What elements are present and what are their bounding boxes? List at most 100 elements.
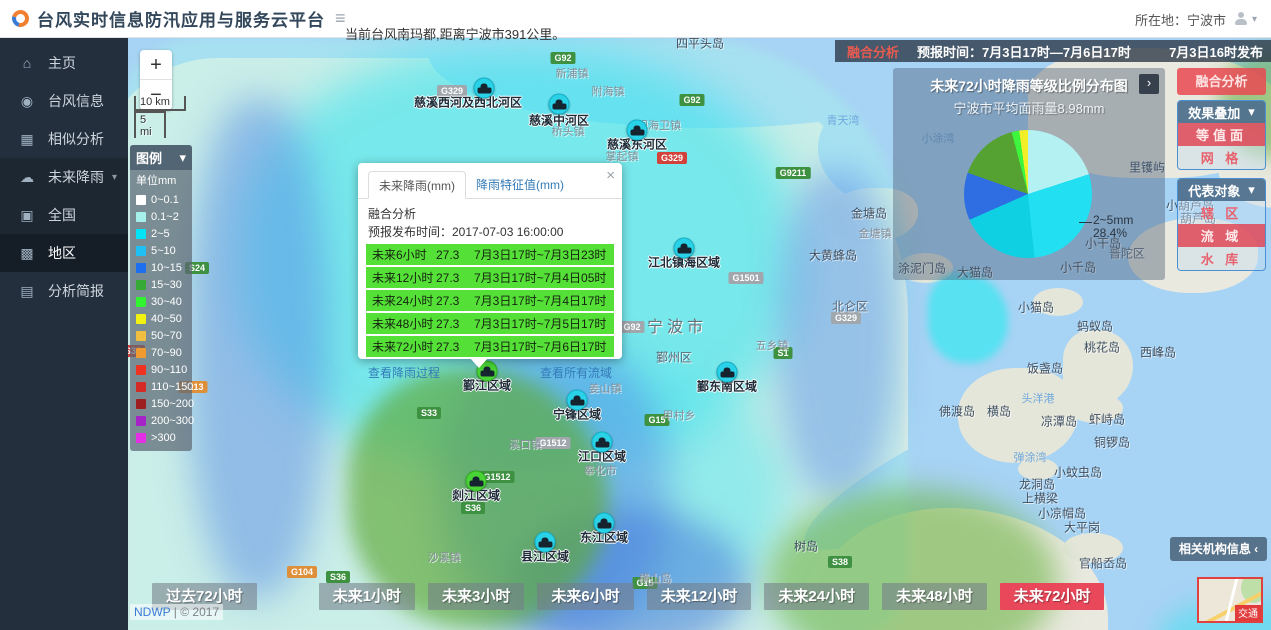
panel-expand-button[interactable]: › (1139, 74, 1159, 94)
watershed-marker[interactable] (535, 532, 556, 553)
group-title: 效果叠加 (1188, 103, 1240, 122)
time-button-未来3小时[interactable]: 未来3小时 (428, 583, 524, 610)
road-badge-G15: G15 (644, 414, 669, 426)
watershed-marker[interactable] (549, 94, 570, 115)
time-button-未来72小时[interactable]: 未来72小时 (1000, 583, 1105, 610)
zoom-in-button[interactable]: + (140, 50, 172, 80)
sidebar-item-label: 台风信息 (48, 91, 104, 111)
rain-blue-west (188, 98, 328, 598)
road-badge-S1: S1 (773, 347, 792, 359)
legend-item: 5~10 (130, 242, 192, 259)
view-rain-process-link[interactable]: 查看降雨过程 (368, 364, 440, 381)
legend-item: 40~50 (130, 310, 192, 327)
legend-item: 90~110 (130, 361, 192, 378)
layer-button-网格[interactable]: 网 格 (1178, 146, 1265, 169)
rain-time-range: 7月3日17时~7月5日17时 (474, 315, 614, 332)
watershed-marker[interactable] (592, 432, 613, 453)
rain-time-range: 7月3日17时~7月6日17时 (474, 338, 614, 355)
group-header-效果叠加[interactable]: 效果叠加▾ (1178, 101, 1265, 123)
layer-button-流域[interactable]: 流 域 (1178, 224, 1265, 247)
popup-source: 融合分析 (358, 199, 622, 222)
nation-map-icon: ▣ (18, 207, 36, 224)
legend-range: 110~150 (151, 381, 193, 393)
time-button-未来12小时[interactable]: 未来12小时 (647, 583, 752, 610)
watershed-marker[interactable] (474, 78, 495, 99)
legend-item: 50~70 (130, 327, 192, 344)
typhoon-logo-icon (9, 7, 32, 30)
road-badge-S36: S36 (326, 571, 350, 583)
legend-range: 70~90 (151, 347, 182, 359)
watershed-marker[interactable] (594, 513, 615, 534)
copyright-year: | © 2017 (174, 605, 219, 619)
time-button-未来6小时[interactable]: 未来6小时 (537, 583, 633, 610)
legend-range: 5~10 (151, 245, 176, 257)
forecast-issued: 7月3日16时发布 (1169, 42, 1263, 61)
map-viewport[interactable]: 慈溪西河及西北河区慈溪中河区慈溪东河区江北镇海区域鄞东南区域鄞江区域宁锋区域江口… (128, 38, 1271, 630)
view-all-watersheds-link[interactable]: 查看所有流域 (540, 364, 612, 381)
sidebar-item-label: 未来降雨 (48, 167, 104, 187)
legend-item: 0.1~2 (130, 208, 192, 225)
legend-item: 70~90 (130, 344, 192, 361)
legend-item: >300 (130, 429, 192, 446)
watershed-marker[interactable] (717, 362, 738, 383)
popup-tab-降雨特征值(mm)[interactable]: 降雨特征值(mm) (466, 171, 574, 198)
time-button-未来1小时[interactable]: 未来1小时 (319, 583, 415, 610)
fusion-analysis-button[interactable]: 融合分析 (1177, 68, 1266, 95)
forecast-time: 预报时间：7月3日17时—7月6日17时 (917, 42, 1131, 61)
related-org-info-button[interactable]: 相关机构信息 ‹ (1170, 537, 1267, 561)
sidebar-item-台风信息[interactable]: ◉台风信息 (0, 82, 128, 120)
sidebar-item-分析简报[interactable]: ▤分析简报 (0, 272, 128, 310)
app-root: 慈溪西河及西北河区慈溪中河区慈溪东河区江北镇海区域鄞东南区域鄞江区域宁锋区域江口… (0, 0, 1271, 630)
layer-button-水库[interactable]: 水 库 (1178, 247, 1265, 270)
legend-range: 2~5 (151, 228, 170, 240)
forecast-mode: 融合分析 (847, 42, 899, 61)
legend-title: 图例 (136, 148, 162, 167)
close-icon[interactable]: × (606, 167, 615, 184)
sidebar-item-主页[interactable]: ⌂主页 (0, 44, 128, 82)
rain-row: 未来6小时27.37月3日17时~7月3日23时 (366, 244, 614, 265)
land-isle3 (1068, 393, 1123, 423)
legend-range: 0~0.1 (151, 194, 179, 206)
watershed-marker[interactable] (567, 390, 588, 411)
rain-time-range: 7月3日17时~7月4日17时 (474, 292, 614, 309)
watershed-marker[interactable] (674, 238, 695, 259)
hamburger-menu-icon[interactable]: ≡ (335, 8, 346, 29)
user-icon[interactable] (1234, 12, 1248, 26)
legend-range: 90~110 (151, 364, 187, 376)
typhoon-status-text: 当前台风南玛都,距离宁波市391公里。 (345, 24, 565, 43)
ndwp-link[interactable]: NDWP (134, 605, 170, 619)
rain-period: 未来24小时 (366, 292, 436, 309)
chevron-down-icon[interactable]: ▾ (1252, 14, 1257, 25)
legend-items: 0~0.10.1~22~55~1010~1515~3030~4040~5050~… (130, 191, 192, 446)
road-badge-G92: G92 (550, 52, 575, 64)
sidebar-item-相似分析[interactable]: ▦相似分析 (0, 120, 128, 158)
layer-button-辖区[interactable]: 辖 区 (1178, 201, 1265, 224)
legend-unit: 单位mm (130, 170, 192, 191)
map-label-铜锣岛: 铜锣岛 (1094, 434, 1130, 451)
sidebar-item-地区[interactable]: ▩地区 (0, 234, 128, 272)
traffic-minimap[interactable]: 交通 (1197, 577, 1263, 623)
legend-header[interactable]: 图例 ▾ (130, 145, 192, 170)
watershed-marker[interactable] (466, 471, 487, 492)
chevron-down-icon: ▾ (112, 172, 117, 183)
sidebar-item-全国[interactable]: ▣全国 (0, 196, 128, 234)
sidebar-item-未来降雨[interactable]: ☁未来降雨▾ (0, 158, 128, 196)
legend-swatch (136, 382, 146, 392)
time-button-未来48小时[interactable]: 未来48小时 (882, 583, 987, 610)
legend-swatch (136, 433, 146, 443)
group-header-代表对象[interactable]: 代表对象▾ (1178, 179, 1265, 201)
time-range-bar: 过去72小时未来1小时未来3小时未来6小时未来12小时未来24小时未来48小时未… (152, 583, 1117, 610)
popup-tab-未来降雨(mm)[interactable]: 未来降雨(mm) (368, 171, 466, 199)
watershed-rain-popup: × 未来降雨(mm)降雨特征值(mm) 融合分析 预报发布时间：2017-07-… (358, 163, 622, 359)
time-button-未来24小时[interactable]: 未来24小时 (764, 583, 869, 610)
popup-tail (470, 358, 488, 368)
sidebar-item-label: 主页 (48, 53, 76, 73)
legend-swatch (136, 297, 146, 307)
pie-panel: 未来72小时降雨等级比例分布图 › 宁波市平均面雨量8.98mm (893, 68, 1165, 280)
layer-button-等值面[interactable]: 等值面 (1178, 123, 1265, 146)
watershed-marker[interactable] (627, 120, 648, 141)
chevron-down-icon: ▾ (1248, 182, 1255, 198)
legend-swatch (136, 399, 146, 409)
app-header: 台风实时信息防汛应用与服务云平台 ≡ 当前台风南玛都,距离宁波市391公里。 所… (0, 0, 1271, 38)
legend-range: 0.1~2 (151, 211, 179, 223)
